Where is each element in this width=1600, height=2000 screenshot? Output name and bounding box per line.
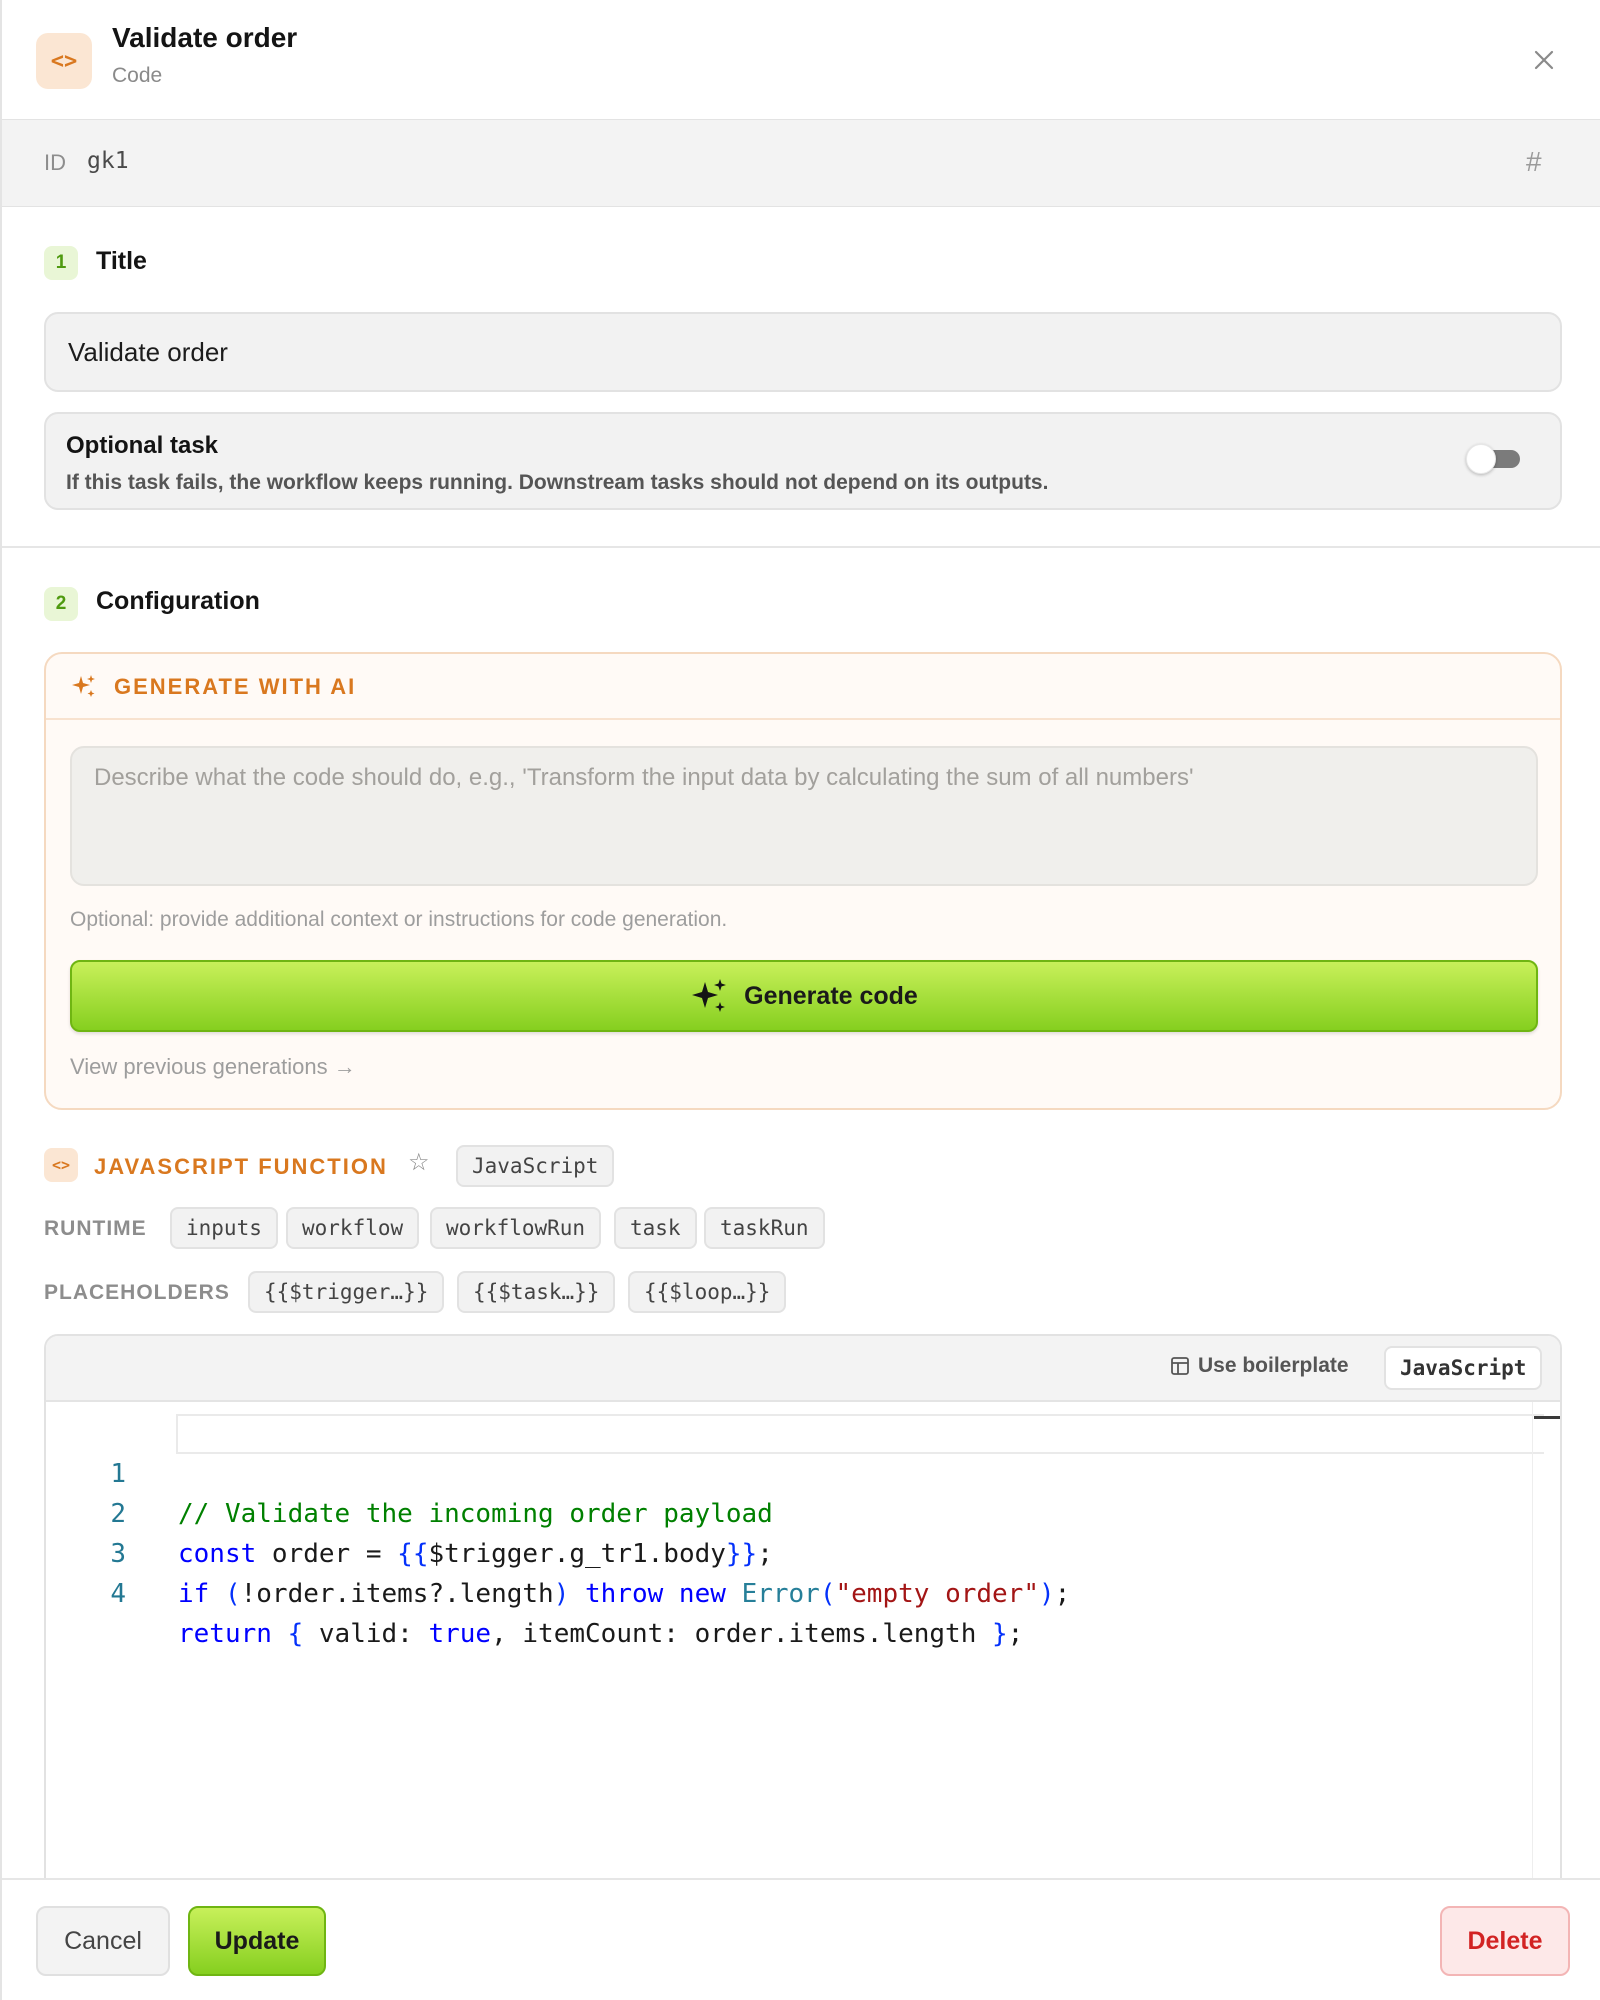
- runtime-chip-taskrun[interactable]: taskRun: [704, 1207, 825, 1249]
- line-number: 4: [110, 1579, 126, 1609]
- generate-code-button[interactable]: Generate code: [70, 960, 1538, 1032]
- delete-button[interactable]: Delete: [1440, 1906, 1570, 1976]
- hash-icon[interactable]: #: [1526, 146, 1542, 178]
- code-line: 4 return { valid: true, itemCount: order…: [46, 1534, 1023, 1649]
- section-title-configuration: Configuration: [96, 587, 260, 615]
- placeholder-chip-loop[interactable]: {{$loop…}}: [628, 1271, 787, 1313]
- current-line-highlight: [176, 1414, 1544, 1454]
- close-icon: [1534, 50, 1554, 70]
- use-boilerplate-button[interactable]: Use boilerplate: [1170, 1354, 1349, 1378]
- ai-card-heading: GENERATE WITH AI: [114, 674, 357, 699]
- ai-prompt-input[interactable]: [70, 746, 1538, 886]
- optional-task-toggle[interactable]: [1466, 444, 1522, 474]
- template-icon: [1171, 1357, 1189, 1375]
- panel-subtitle: Code: [112, 64, 163, 87]
- ai-prompt-hint: Optional: provide additional context or …: [70, 908, 728, 931]
- id-value[interactable]: gk1: [87, 148, 129, 174]
- code-text: // Validate the incoming order payload: [178, 1499, 773, 1529]
- placeholders-label: PLACEHOLDERS: [44, 1281, 230, 1304]
- placeholder-chip-task[interactable]: {{$task…}}: [457, 1271, 616, 1313]
- runtime-chip-workflow[interactable]: workflow: [286, 1207, 420, 1249]
- sparkles-icon: [72, 675, 95, 697]
- code-icon: <>: [36, 33, 92, 89]
- optional-task-title: Optional task: [66, 432, 219, 459]
- function-title: JAVASCRIPT FUNCTION: [94, 1154, 388, 1179]
- generate-code-label: Generate code: [744, 981, 918, 1010]
- use-boilerplate-label: Use boilerplate: [1198, 1354, 1349, 1377]
- optional-task-card: Optional task If this task fails, the wo…: [44, 412, 1562, 510]
- ai-card-header: GENERATE WITH AI: [46, 654, 1560, 720]
- step-badge-1: 1: [44, 246, 78, 280]
- scrollbar-cursor-marker: [1534, 1416, 1560, 1419]
- placeholder-chip-trigger[interactable]: {{$trigger…}}: [248, 1271, 445, 1313]
- code-line: 1 // Validate the incoming order payload: [46, 1414, 772, 1529]
- runtime-chip-task[interactable]: task: [614, 1207, 697, 1249]
- sparkles-icon: [692, 979, 727, 1012]
- language-chip[interactable]: JavaScript: [456, 1145, 615, 1187]
- close-button[interactable]: [1526, 42, 1562, 78]
- step-badge-2: 2: [44, 587, 78, 621]
- runtime-chip-inputs[interactable]: inputs: [170, 1207, 278, 1249]
- section-divider: [2, 546, 1600, 548]
- code-line: 3 if (!order.items?.length) throw new Er…: [46, 1494, 1070, 1609]
- update-button[interactable]: Update: [188, 1906, 326, 1976]
- section-title-title: Title: [96, 247, 147, 275]
- code-text: return { valid: true, itemCount: order.i…: [178, 1619, 1024, 1649]
- code-icon: <>: [44, 1148, 78, 1182]
- panel-header: <> Validate order Code: [2, 0, 1600, 120]
- panel-footer: Cancel Update Delete: [2, 1878, 1600, 2000]
- title-input[interactable]: [44, 312, 1562, 392]
- runtime-label: RUNTIME: [44, 1217, 147, 1240]
- code-text: if (!order.items?.length) throw new Erro…: [178, 1579, 1071, 1609]
- panel-title: Validate order: [112, 22, 298, 53]
- view-previous-generations-link[interactable]: View previous generations →: [70, 1054, 356, 1080]
- code-line: 2 const order = {{$trigger.g_tr1.body}};: [46, 1454, 773, 1569]
- runtime-chip-workflowrun[interactable]: workflowRun: [430, 1207, 602, 1249]
- generate-with-ai-card: GENERATE WITH AI Optional: provide addit…: [44, 652, 1562, 1110]
- editor-language-select[interactable]: JavaScript: [1384, 1346, 1543, 1390]
- id-label: ID: [44, 150, 66, 175]
- toggle-knob: [1466, 444, 1496, 474]
- star-icon[interactable]: ☆: [408, 1148, 430, 1177]
- task-editor-panel: <> Validate order Code ID gk1 # 1 Title …: [0, 0, 1600, 2000]
- id-bar: ID gk1 #: [2, 119, 1600, 207]
- code-text: const order = {{$trigger.g_tr1.body}};: [178, 1539, 773, 1569]
- editor-toolbar: Use boilerplate JavaScript: [46, 1336, 1560, 1402]
- optional-task-description: If this task fails, the workflow keeps r…: [66, 471, 1049, 494]
- cancel-button[interactable]: Cancel: [36, 1906, 170, 1976]
